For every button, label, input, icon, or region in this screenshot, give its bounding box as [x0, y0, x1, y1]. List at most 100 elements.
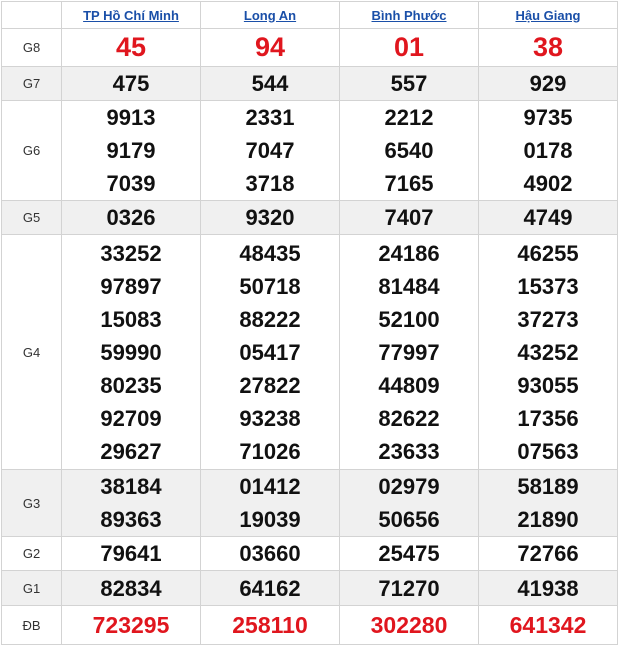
winning-number: 302280: [370, 612, 448, 638]
winning-number: 50718: [239, 273, 301, 299]
winning-number: 77997: [378, 339, 440, 365]
prize-cell: 2331 7047 3718: [200, 100, 340, 201]
prize-cell: 64162: [200, 570, 340, 606]
prize-row-g1: G1 82834 64162 71270 41938: [1, 570, 618, 606]
winning-number: 7165: [384, 171, 434, 196]
prize-label: G4: [1, 234, 62, 470]
winning-number: 72766: [517, 541, 579, 566]
winning-number: 38: [532, 32, 564, 62]
prize-cell: 02979 50656: [339, 469, 479, 537]
province-header: Bình Phước: [339, 1, 479, 29]
winning-number: 02979: [378, 474, 440, 499]
winning-number: 6540: [384, 138, 434, 163]
winning-number: 27822: [239, 372, 301, 398]
winning-number: 641342: [509, 612, 587, 638]
prize-cell: 45: [61, 28, 201, 67]
prize-label: G5: [1, 200, 62, 235]
winning-number: 97897: [100, 273, 162, 299]
prize-cell: 7407: [339, 200, 479, 235]
winning-number: 15083: [100, 306, 162, 332]
prize-row-g3: G3 38184 89363 01412 19039 02979 50656 58189 218…: [1, 469, 618, 537]
prize-cell: 71270: [339, 570, 479, 606]
winning-number: 71026: [239, 438, 301, 464]
winning-number: 19039: [239, 507, 301, 532]
prize-label: G6: [1, 100, 62, 201]
winning-number: 79641: [100, 541, 162, 566]
prize-cell: 82834: [61, 570, 201, 606]
winning-number: 9913: [106, 105, 156, 130]
winning-number: 3718: [245, 171, 295, 196]
prize-cell: 94: [200, 28, 340, 67]
prize-cell: 24186 81484 52100 77997 44809 82622 23633: [339, 234, 479, 470]
winning-number: 38184: [100, 474, 162, 499]
prize-row-g5: G5 0326 9320 7407 4749: [1, 200, 618, 235]
winning-number: 929: [529, 71, 567, 96]
prize-row-g8: G8 45 94 01 38: [1, 28, 618, 67]
winning-number: 17356: [517, 405, 579, 431]
winning-number: 03660: [239, 541, 301, 566]
province-link-binh-phuoc[interactable]: Bình Phước: [372, 8, 447, 23]
prize-cell: 9320: [200, 200, 340, 235]
prize-row-g6: G6 9913 9179 7039 2331 7047 3718 2212 6540 7165 97…: [1, 100, 618, 201]
winning-number: 50656: [378, 507, 440, 532]
prize-cell: 2212 6540 7165: [339, 100, 479, 201]
winning-number: 9735: [523, 105, 573, 130]
winning-number: 557: [390, 71, 428, 96]
winning-number: 29627: [100, 438, 162, 464]
winning-number: 23633: [378, 438, 440, 464]
winning-number: 46255: [517, 240, 579, 266]
prize-label: G8: [1, 28, 62, 67]
winning-number: 2212: [384, 105, 434, 130]
winning-number: 21890: [517, 507, 579, 532]
winning-number: 4749: [523, 205, 573, 230]
winning-number: 45: [115, 32, 147, 62]
winning-number: 33252: [100, 240, 162, 266]
prize-cell: 79641: [61, 536, 201, 571]
prize-cell: 38184 89363: [61, 469, 201, 537]
winning-number: 258110: [232, 612, 308, 638]
winning-number: 93238: [239, 405, 301, 431]
prize-label: G2: [1, 536, 62, 571]
winning-number: 0178: [523, 138, 573, 163]
prize-cell: 01: [339, 28, 479, 67]
winning-number: 82834: [100, 575, 162, 601]
winning-number: 48435: [239, 240, 301, 266]
province-link-long-an[interactable]: Long An: [244, 8, 296, 23]
prize-cell: 25475: [339, 536, 479, 571]
winning-number: 01412: [239, 474, 301, 499]
winning-number: 723295: [92, 612, 170, 638]
province-header: Long An: [200, 1, 340, 29]
province-link-hau-giang[interactable]: Hậu Giang: [515, 8, 580, 23]
prize-cell: 557: [339, 66, 479, 101]
header-corner: [1, 1, 62, 29]
prize-cell: 33252 97897 15083 59990 80235 92709 29627: [61, 234, 201, 470]
winning-number: 80235: [100, 372, 162, 398]
winning-number: 88222: [239, 306, 301, 332]
prize-row-db: ĐB 723295 258110 302280 641342: [1, 605, 618, 645]
winning-number: 24186: [378, 240, 440, 266]
winning-number: 4902: [523, 171, 573, 196]
winning-number: 71270: [378, 575, 440, 601]
prize-cell: 38: [478, 28, 618, 67]
winning-number: 7039: [106, 171, 156, 196]
prize-cell: 48435 50718 88222 05417 27822 93238 71026: [200, 234, 340, 470]
prize-cell: 0326: [61, 200, 201, 235]
winning-number: 64162: [239, 575, 301, 601]
prize-cell: 58189 21890: [478, 469, 618, 537]
prize-rows: G8 45 94 01 38 G7 475 544 557 929 G6 9913 9179 7039 23…: [1, 28, 618, 645]
province-link-tp-ho-chi-minh[interactable]: TP Hồ Chí Minh: [83, 8, 179, 23]
province-header-row: TP Hồ Chí Minh Long An Bình Phước Hậu Gi…: [1, 1, 618, 29]
prize-cell: 302280: [339, 605, 479, 645]
prize-row-g2: G2 79641 03660 25475 72766: [1, 536, 618, 571]
prize-cell: 72766: [478, 536, 618, 571]
prize-cell: 929: [478, 66, 618, 101]
prize-cell: 258110: [200, 605, 340, 645]
winning-number: 7047: [245, 138, 295, 163]
winning-number: 25475: [378, 541, 440, 566]
winning-number: 9320: [245, 205, 295, 230]
winning-number: 44809: [378, 372, 440, 398]
winning-number: 93055: [517, 372, 579, 398]
province-header: Hậu Giang: [478, 1, 618, 29]
prize-label: G3: [1, 469, 62, 537]
lottery-results-table: TP Hồ Chí Minh Long An Bình Phước Hậu Gi…: [1, 1, 618, 645]
